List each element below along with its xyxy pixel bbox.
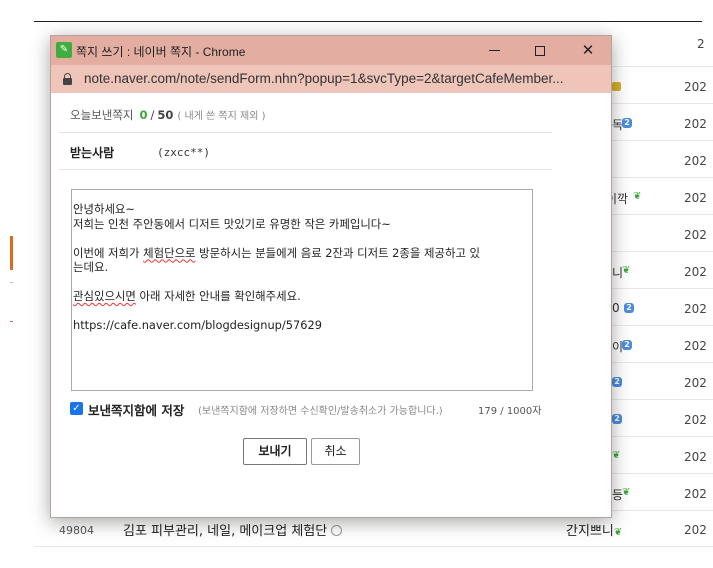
post-title-link[interactable]: 김포 피부관리, 네일, 메이크업 체험단 — [123, 520, 343, 539]
sprout-icon: ❦ — [633, 191, 642, 202]
sent-today-summary: 오늘보낸쪽지 0/50( 내게 쓴 쪽지 제외 ) — [70, 108, 266, 122]
row-divider — [612, 325, 713, 326]
row-date: 202 — [684, 376, 707, 390]
row-divider — [612, 436, 713, 437]
row-divider — [612, 251, 713, 252]
maximize-button[interactable] — [517, 36, 563, 65]
row-divider — [612, 362, 713, 363]
divider — [59, 132, 552, 133]
spellcheck-word: 관심있으시면 — [73, 289, 136, 303]
cafe-badge-icon — [612, 82, 621, 91]
row-divider — [612, 214, 713, 215]
cancel-button[interactable]: 취소 — [311, 438, 360, 465]
recipient-label: 받는사람 — [70, 146, 115, 160]
note-form: 오늘보낸쪽지 0/50( 내게 쓴 쪽지 제외 ) 받는사람 (zxcc**) 안… — [51, 93, 611, 517]
sent-today-label: 오늘보낸쪽지 — [70, 108, 134, 122]
save-to-sent-label[interactable]: 보낸쪽지함에 저장 — [88, 400, 184, 419]
message-line — [73, 275, 532, 290]
row-date: 202 — [684, 302, 707, 316]
row-divider — [34, 546, 713, 547]
sent-today-note: ( 내게 쓴 쪽지 제외 ) — [177, 111, 266, 122]
sent-today-count: 0 — [139, 108, 148, 122]
member-grade-icon: 2 — [612, 377, 622, 387]
maximize-icon — [535, 45, 545, 56]
row-date: 202 — [684, 450, 707, 464]
save-to-sent-row: ✓ 보낸쪽지함에 저장 (보낸쪽지함에 저장하면 수신확인/발송취소가 가능합니… — [70, 400, 542, 419]
message-line: 저희는 인천 주안동에서 디저트 맛있기로 유명한 작은 카페입니다~ — [73, 216, 391, 231]
message-line: 이번에 저희가 체험단으로 방문하시는 분들에게 음료 2잔과 디저트 2종을 … — [73, 245, 481, 260]
row-divider — [612, 103, 713, 104]
recipient-value: (zxcc**) — [157, 146, 210, 159]
sprout-icon: ❦ — [613, 527, 623, 538]
row-date: 202 — [684, 265, 707, 279]
row-divider — [612, 510, 713, 511]
divider — [59, 169, 552, 170]
spellcheck-word: 체험단으로 — [143, 245, 196, 260]
message-line: 는데요. — [73, 260, 109, 274]
sprout-icon: ❦ — [622, 487, 631, 498]
post-number: 49804 — [59, 524, 94, 537]
message-textarea[interactable]: 안녕하세요~ 저희는 인천 주안동에서 디저트 맛있기로 유명한 작은 카페입니… — [71, 189, 533, 391]
post-date: 202 — [684, 523, 707, 537]
sprout-icon: ❦ — [612, 450, 621, 461]
naver-cafe-board-page: 2 202 독 2 202 202 이깍 ❦ 202 202 니 ❦ 202 0… — [0, 0, 713, 568]
row-divider — [612, 473, 713, 474]
message-line: 안녕하세요~ — [73, 202, 135, 216]
sent-today-max: 50 — [157, 108, 174, 122]
row-divider — [612, 399, 713, 400]
minimize-icon — [488, 50, 500, 51]
row-divider — [612, 140, 713, 141]
post-author[interactable]: 간지쁘니❦ — [566, 520, 622, 539]
row-date: 2 — [697, 37, 705, 51]
row-divider — [612, 66, 713, 67]
send-button[interactable]: 보내기 — [243, 438, 307, 465]
left-accent-mark — [10, 236, 13, 270]
message-line: https://cafe.naver.com/blogdesignup/5762… — [73, 318, 322, 332]
member-grade-icon: 2 — [622, 340, 632, 350]
character-count: 179 / 1000자 — [478, 406, 542, 417]
row-date: 202 — [684, 413, 707, 427]
naver-note-logo-icon: ✎ — [56, 42, 72, 58]
close-icon: ✕ — [581, 41, 595, 59]
message-line — [73, 304, 532, 319]
row-date: 202 — [684, 487, 707, 501]
board-top-rule — [34, 21, 702, 22]
row-date: 202 — [684, 191, 707, 205]
sprout-icon: ❦ — [622, 265, 631, 276]
lock-icon — [63, 73, 72, 85]
post-author-name: 간지쁘니 — [566, 524, 614, 539]
attachment-icon — [331, 525, 343, 536]
url-text: note.naver.com/note/sendForm.nhn?popup=1… — [84, 71, 564, 86]
close-button[interactable]: ✕ — [565, 36, 611, 65]
member-grade-icon: 2 — [612, 414, 622, 424]
row-divider — [612, 288, 713, 289]
row-divider — [612, 177, 713, 178]
address-bar[interactable]: note.naver.com/note/sendForm.nhn?popup=1… — [51, 65, 611, 93]
member-grade-icon: 2 — [622, 118, 632, 128]
left-tick — [10, 321, 13, 322]
window-title: 쪽지 쓰기 : 네이버 쪽지 - Chrome — [76, 45, 246, 59]
member-grade-icon: 2 — [624, 303, 634, 313]
post-title-text: 김포 피부관리, 네일, 메이크업 체험단 — [123, 524, 328, 539]
row-date: 202 — [684, 154, 707, 168]
row-date: 202 — [684, 117, 707, 131]
row-author: 0 — [612, 301, 620, 315]
save-to-sent-note: (보낸쪽지함에 저장하면 수신확인/발송취소가 가능합니다.) — [198, 406, 443, 417]
save-to-sent-checkbox[interactable]: ✓ — [70, 402, 83, 415]
left-tick — [10, 282, 13, 283]
row-date: 202 — [684, 80, 707, 94]
message-line: 관심있으시면 아래 자세한 안내를 확인해주세요. — [73, 289, 301, 303]
window-titlebar[interactable]: ✎ 쪽지 쓰기 : 네이버 쪽지 - Chrome ✕ — [51, 36, 611, 65]
row-date: 202 — [684, 228, 707, 242]
send-note-popup-window: ✎ 쪽지 쓰기 : 네이버 쪽지 - Chrome ✕ note.naver.c… — [50, 35, 612, 518]
row-date: 202 — [684, 339, 707, 353]
minimize-button[interactable] — [471, 36, 517, 65]
message-line — [73, 231, 532, 246]
